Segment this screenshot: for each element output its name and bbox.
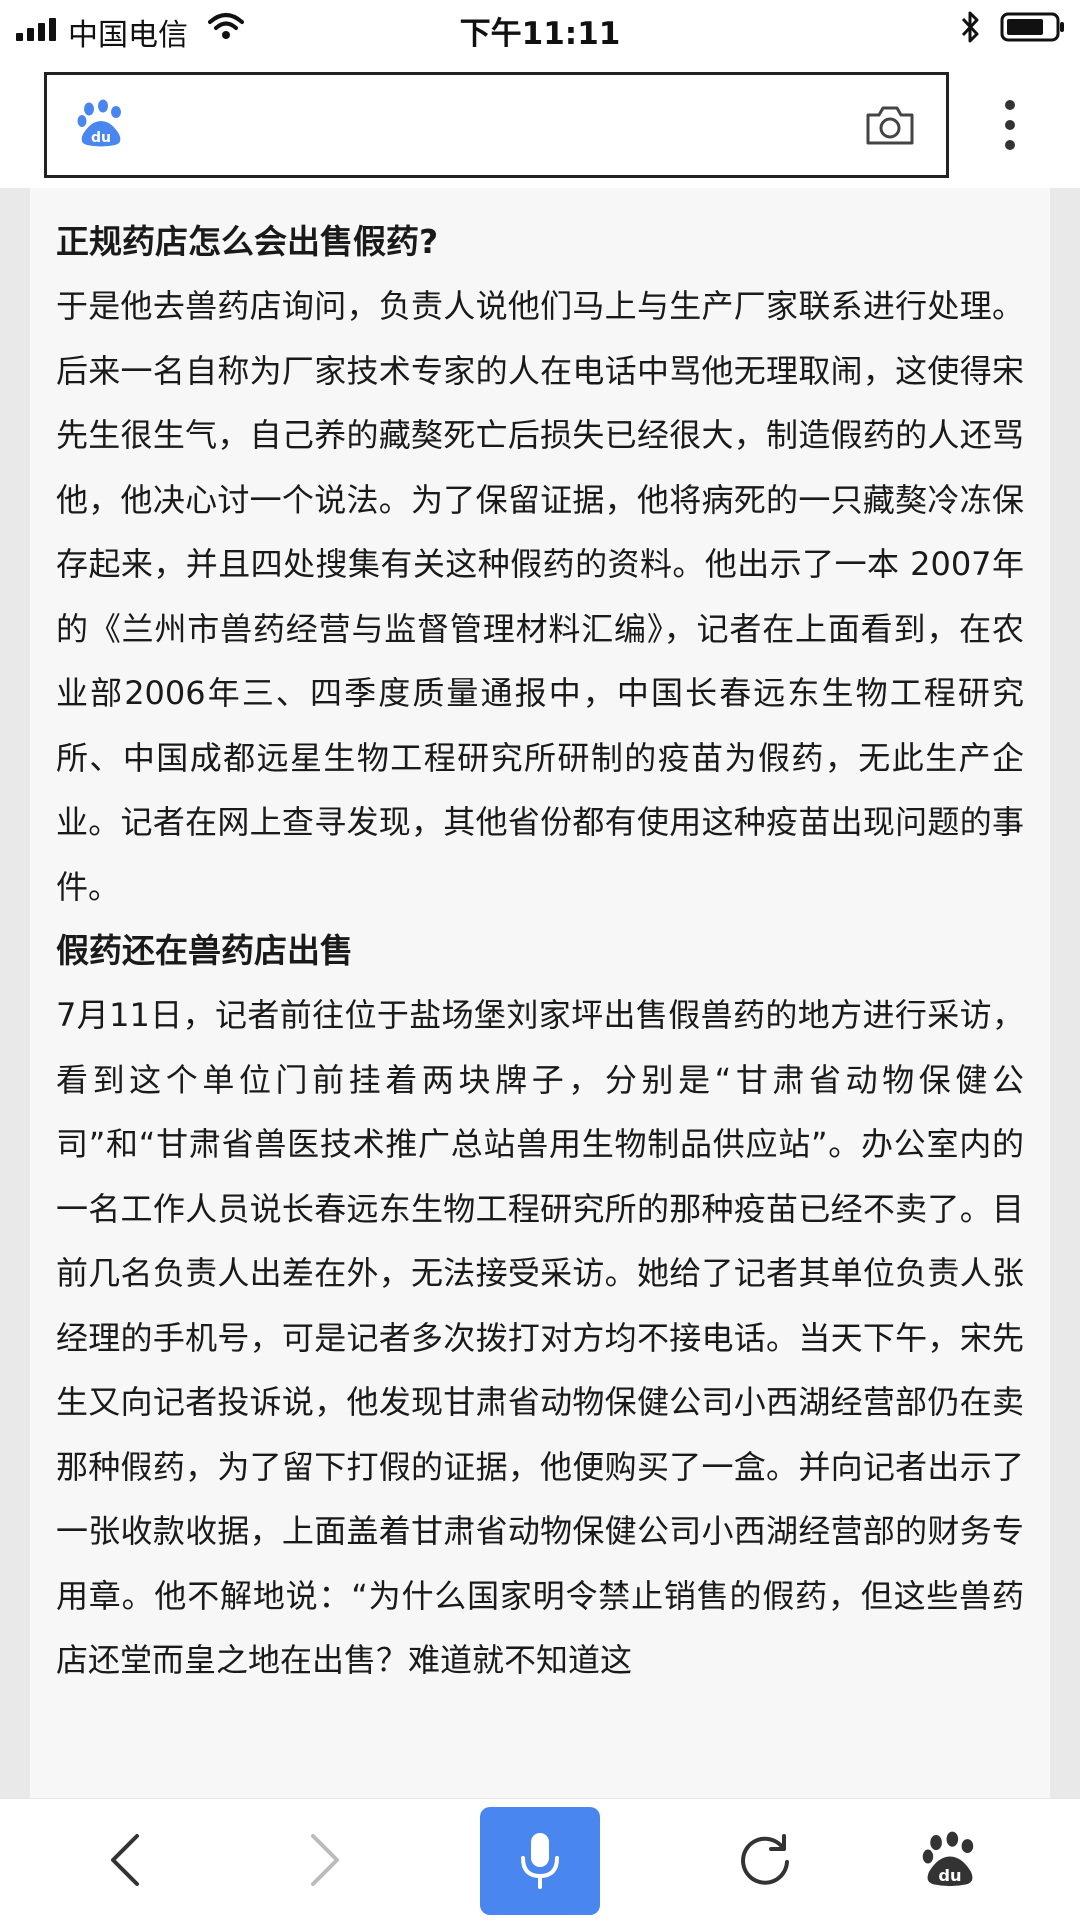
baidu-home-logo-text: du bbox=[938, 1866, 961, 1885]
forward-button[interactable] bbox=[290, 1799, 360, 1921]
article-body: 正规药店怎么会出售假药? 于是他去兽药店询问，负责人说他们马上与生产厂家联系进行… bbox=[30, 188, 1050, 1798]
voice-search-button[interactable] bbox=[480, 1807, 600, 1915]
refresh-icon bbox=[741, 1834, 789, 1885]
baidu-home-button[interactable]: du bbox=[910, 1799, 990, 1921]
article-heading-2: 假药还在兽药店出售 bbox=[56, 931, 353, 970]
more-vertical-icon[interactable] bbox=[995, 100, 1025, 150]
article-heading-1: 正规药店怎么会出售假药? bbox=[56, 222, 439, 261]
baidu-logo-text: du bbox=[91, 130, 111, 146]
back-icon bbox=[111, 1834, 139, 1886]
battery-icon bbox=[1000, 12, 1066, 46]
content-area[interactable]: 正规药店怎么会出售假药? 于是他去兽药店询问，负责人说他们马上与生产厂家联系进行… bbox=[0, 188, 1080, 1798]
search-box[interactable]: du bbox=[44, 72, 949, 178]
status-bar: 中国电信 下午11:11 bbox=[0, 0, 1080, 56]
back-button[interactable] bbox=[90, 1799, 160, 1921]
forward-icon bbox=[311, 1834, 339, 1886]
bottom-toolbar: du bbox=[0, 1798, 1080, 1920]
camera-icon[interactable] bbox=[864, 103, 916, 151]
baidu-home-icon: du bbox=[922, 1831, 974, 1887]
search-header: du bbox=[0, 56, 1080, 188]
article-paragraph-2: 7月11日，记者前往位于盐场堡刘家坪出售假兽药的地方进行采访，看到这个单位门前挂… bbox=[56, 996, 1024, 1679]
bluetooth-icon bbox=[960, 10, 982, 48]
refresh-button[interactable] bbox=[725, 1799, 805, 1921]
status-time: 下午11:11 bbox=[459, 16, 621, 52]
microphone-icon bbox=[521, 1833, 559, 1889]
baidu-paw-icon[interactable]: du bbox=[77, 99, 125, 153]
article-paragraph-1: 于是他去兽药店询问，负责人说他们马上与生产厂家联系进行处理。后来一名自称为厂家技… bbox=[56, 287, 1024, 906]
